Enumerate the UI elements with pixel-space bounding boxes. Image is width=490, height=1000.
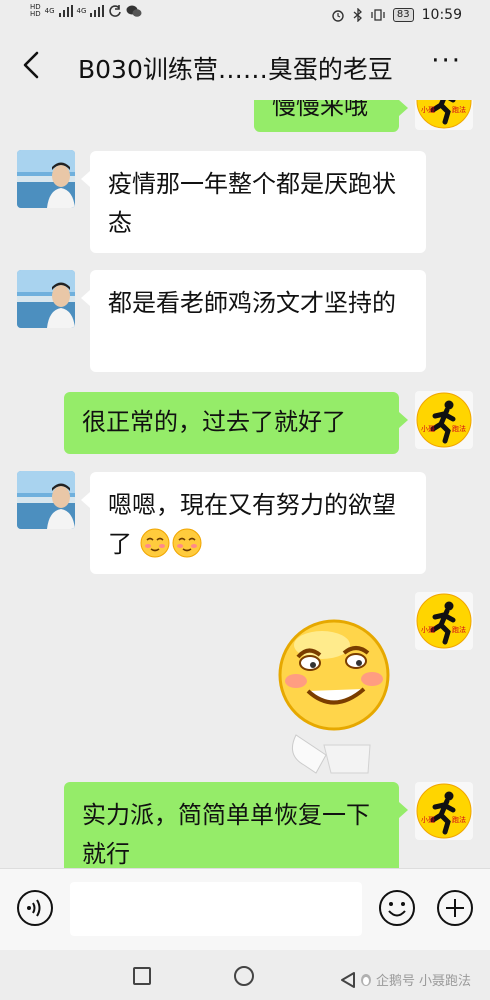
running-man-logo-icon	[415, 592, 473, 650]
message-bubble-incoming[interactable]: 都是看老師鸡汤文才坚持的	[81, 270, 426, 372]
penguin-logo-icon	[361, 973, 371, 986]
friend-avatar[interactable]	[17, 471, 75, 529]
signal-icon	[90, 5, 105, 17]
back-triangle-icon[interactable]	[340, 971, 356, 989]
wechat-notify-icon	[126, 5, 142, 17]
more-options-button[interactable]: ···	[431, 46, 462, 76]
hd-indicator: HD HD	[30, 3, 41, 18]
chevron-left-icon	[23, 51, 39, 79]
voice-input-icon[interactable]	[16, 889, 54, 927]
my-avatar[interactable]	[415, 592, 473, 650]
watermark: 企鹅号 小聂跑法	[340, 970, 471, 989]
back-button[interactable]	[16, 48, 46, 82]
friend-photo-icon	[17, 150, 75, 208]
status-bar: HD HD 4G 4G 83 10:59	[0, 0, 490, 30]
input-bar	[0, 868, 490, 951]
message-bubble-outgoing[interactable]: 很正常的，过去了就好了	[64, 392, 408, 454]
network-type-2: 4G	[76, 6, 87, 15]
battery-indicator: 83	[392, 8, 414, 22]
message-bubble-outgoing[interactable]: 实力派，简简单单恢复一下就行	[64, 782, 408, 868]
chat-header: B030训练营……臭蛋的老豆 ···	[0, 30, 490, 100]
friend-avatar[interactable]	[17, 150, 75, 208]
message-text: 都是看老師鸡汤文才坚持的	[108, 289, 396, 317]
chat-message-list[interactable]: 慢慢来哦 疫情那一年整个都是厌跑状态 都是看老師鸡汤文才坚持的 很正常的，过去了…	[0, 100, 490, 868]
message-bubble-incoming[interactable]: 嗯嗯，現在又有努力的欲望了	[81, 472, 426, 574]
message-text: 疫情那一年整个都是厌跑状态	[108, 170, 396, 237]
message-text: 慢慢来哦	[272, 100, 368, 120]
my-avatar[interactable]	[415, 100, 473, 130]
my-avatar[interactable]	[415, 782, 473, 840]
home-button[interactable]	[234, 966, 254, 986]
friend-photo-icon	[17, 270, 75, 328]
message-input[interactable]	[70, 882, 362, 936]
message-text: 实力派，简简单单恢复一下就行	[82, 801, 370, 868]
network-type-1: 4G	[44, 6, 55, 15]
vibrate-icon	[371, 9, 385, 21]
running-man-logo-icon	[415, 391, 473, 449]
sync-icon	[109, 5, 122, 17]
shy-smile-emoji-icon	[140, 528, 170, 558]
grinning-yellow-face-sticker[interactable]	[276, 605, 394, 775]
recent-apps-button[interactable]	[133, 967, 151, 985]
emoji-picker-icon[interactable]	[378, 889, 416, 927]
clock: 10:59	[421, 7, 462, 23]
running-man-logo-icon	[415, 782, 473, 840]
add-attachment-icon[interactable]	[436, 889, 474, 927]
message-bubble-incoming[interactable]: 疫情那一年整个都是厌跑状态	[81, 151, 426, 253]
shy-smile-emoji-icon	[172, 528, 202, 558]
signal-icon	[58, 5, 73, 17]
friend-avatar[interactable]	[17, 270, 75, 328]
watermark-account: 小聂跑法	[419, 974, 472, 989]
running-man-logo-icon	[415, 100, 473, 130]
friend-photo-icon	[17, 471, 75, 529]
watermark-platform: 企鹅号	[376, 974, 416, 989]
chat-title: B030训练营……臭蛋的老豆	[78, 55, 393, 84]
alarm-icon	[332, 10, 344, 22]
my-avatar[interactable]	[415, 391, 473, 449]
bluetooth-icon	[353, 8, 362, 22]
message-bubble-outgoing[interactable]: 慢慢来哦	[254, 100, 408, 132]
message-text: 很正常的，过去了就好了	[82, 408, 346, 436]
